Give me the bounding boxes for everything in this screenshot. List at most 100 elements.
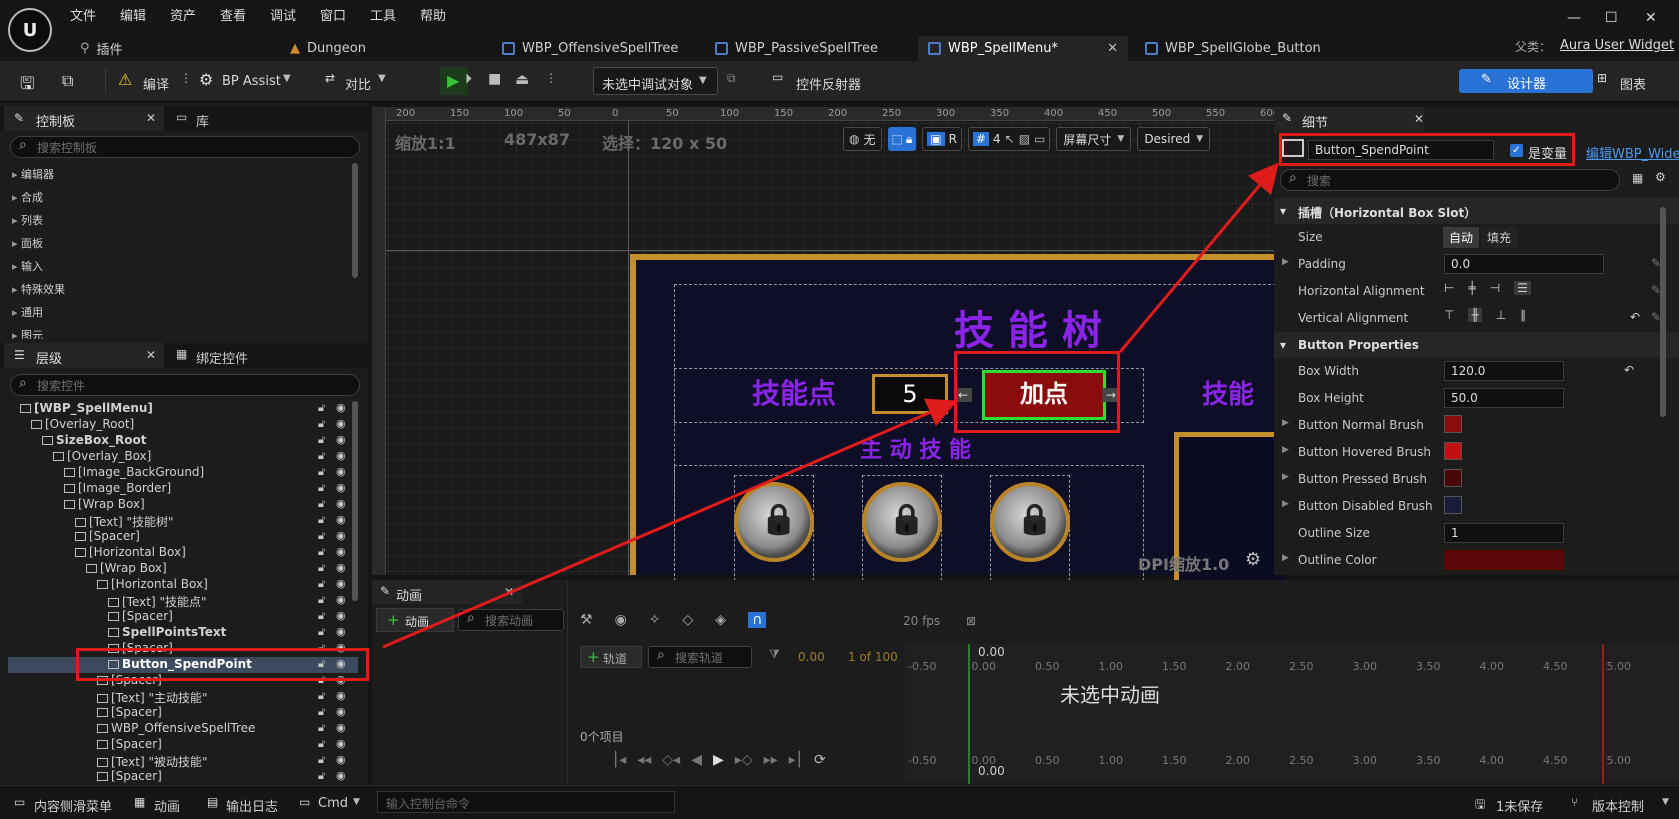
- tab-bind-widgets[interactable]: 绑定控件: [196, 348, 248, 367]
- snap-settings-icon[interactable]: ✧: [649, 612, 661, 628]
- close-window-icon[interactable]: ✕: [1645, 10, 1657, 26]
- padding-input[interactable]: 0.0: [1444, 254, 1604, 274]
- spell-points-text[interactable]: 5: [872, 374, 948, 414]
- filter-icon[interactable]: ⧩: [769, 647, 780, 662]
- align-fill-vertical-icon[interactable]: ∥: [1520, 308, 1526, 322]
- animation-button[interactable]: 动画: [154, 796, 180, 815]
- lock-icon[interactable]: 🔓︎: [318, 513, 325, 527]
- visibility-icon[interactable]: ◉: [336, 545, 346, 558]
- menu-asset[interactable]: 资产: [170, 5, 196, 24]
- hierarchy-row[interactable]: [Horizontal Box] 🔓︎ ◉: [8, 545, 358, 561]
- hierarchy-row[interactable]: [Spacer] 🔓︎ ◉: [8, 609, 358, 625]
- palette-category-input[interactable]: 输入: [12, 258, 43, 274]
- align-left-icon[interactable]: ⊢: [1444, 281, 1454, 295]
- lock-icon[interactable]: 🔓︎: [318, 753, 325, 767]
- lock-icon[interactable]: 🔓︎: [318, 417, 325, 431]
- scrollbar[interactable]: [352, 401, 358, 601]
- select-toggle[interactable]: ⬚ 🔒︎: [887, 127, 917, 151]
- visibility-icon[interactable]: ◉: [336, 481, 346, 494]
- close-icon[interactable]: ✕: [504, 585, 514, 599]
- tab-offensive-spell-tree[interactable]: WBP_OffensiveSpellTree: [492, 36, 688, 61]
- spell-points-label[interactable]: 技能点: [752, 372, 836, 412]
- palette-category-common[interactable]: 通用: [12, 304, 43, 320]
- lock-icon[interactable]: 🔓︎: [318, 705, 325, 719]
- hierarchy-row[interactable]: [Text] "技能树" 🔓︎ ◉: [8, 513, 358, 529]
- track-icon[interactable]: ⊠: [966, 614, 976, 628]
- hierarchy-row[interactable]: [Overlay_Root] 🔓︎ ◉: [8, 417, 358, 433]
- hierarchy-row[interactable]: [Horizontal Box] 🔓︎ ◉: [8, 577, 358, 593]
- next-frame-icon[interactable]: ▸◇: [735, 752, 753, 768]
- box-width-input[interactable]: 120.0: [1444, 361, 1564, 381]
- palette-category-editor[interactable]: 编辑器: [12, 166, 54, 182]
- palette-category-panel[interactable]: 面板: [12, 235, 43, 251]
- lock-icon[interactable]: 🔓︎: [318, 737, 325, 751]
- unsaved-count[interactable]: 1未保存: [1496, 796, 1543, 815]
- tab-palette[interactable]: ✎ 控制板 ✕: [4, 106, 164, 131]
- expand-icon[interactable]: ▶: [1282, 499, 1289, 509]
- details-search-input[interactable]: 搜索: [1280, 169, 1620, 191]
- lock-icon[interactable]: 🔓︎: [318, 465, 325, 479]
- visibility-icon[interactable]: ◉: [336, 705, 346, 718]
- loop-icon[interactable]: ⟳: [814, 752, 826, 768]
- slot-section[interactable]: ▾ 插槽（Horizontal Box Slot）: [1274, 198, 1679, 224]
- locked-spell-globe[interactable]: [990, 482, 1070, 562]
- key-icon[interactable]: ◇: [683, 612, 694, 628]
- tab-library[interactable]: 库: [196, 111, 209, 130]
- button-properties-section[interactable]: ▾ Button Properties: [1274, 332, 1679, 358]
- step-icon[interactable]: ⏵: [465, 71, 472, 87]
- play-button[interactable]: ▶: [440, 67, 468, 95]
- graph-button[interactable]: 图表: [1620, 74, 1646, 93]
- browse-icon[interactable]: ⧉: [62, 71, 73, 91]
- magnet-icon[interactable]: ∩: [748, 612, 767, 628]
- tab-spell-globe-button[interactable]: WBP_SpellGlobe_Button: [1135, 36, 1331, 61]
- dpi-scale-readout[interactable]: DPI缩放1.0: [1138, 551, 1229, 575]
- bp-assist-dropdown[interactable]: BP Assist: [222, 74, 281, 89]
- visibility-icon[interactable]: ◉: [336, 769, 346, 782]
- gear-icon[interactable]: ⚙: [1245, 549, 1261, 570]
- find-icon[interactable]: ⧉: [727, 71, 736, 86]
- palette-category-composite[interactable]: 合成: [12, 189, 43, 205]
- align-middle-icon[interactable]: ╫: [1468, 308, 1482, 322]
- visibility-icon[interactable]: ◉: [336, 753, 346, 766]
- menu-debug[interactable]: 调试: [270, 5, 296, 24]
- reset-icon[interactable]: ↶: [1630, 310, 1640, 324]
- hierarchy-row[interactable]: [Spacer] 🔓︎ ◉: [8, 769, 358, 784]
- designer-button[interactable]: ✎ 设计器: [1459, 69, 1593, 93]
- debug-target-select[interactable]: 未选中调试对象 ▼: [593, 67, 718, 95]
- lock-icon[interactable]: 🔓︎: [318, 609, 325, 623]
- hierarchy-row[interactable]: SpellPointsText 🔓︎ ◉: [8, 625, 358, 641]
- lock-icon[interactable]: 🔓︎: [318, 593, 325, 607]
- hierarchy-row[interactable]: [Wrap Box] 🔓︎ ◉: [8, 561, 358, 577]
- next-key-icon[interactable]: ▸▸: [764, 752, 778, 768]
- visibility-icon[interactable]: ◉: [336, 497, 346, 510]
- hierarchy-row[interactable]: [Wrap Box] 🔓︎ ◉: [8, 497, 358, 513]
- lock-icon[interactable]: 🔓︎: [318, 577, 325, 591]
- reset-icon[interactable]: ↶: [1624, 363, 1634, 377]
- widget-reflector-button[interactable]: 控件反射器: [796, 74, 861, 93]
- settings-icon[interactable]: ⚙: [1655, 170, 1666, 184]
- expand-icon[interactable]: ▶: [1282, 445, 1289, 455]
- add-animation-button[interactable]: + 动画: [376, 608, 454, 632]
- lock-icon[interactable]: 🔓︎: [318, 721, 325, 735]
- disabled-brush-swatch[interactable]: [1444, 496, 1462, 514]
- play-icon[interactable]: ▶: [713, 752, 724, 768]
- tab-details[interactable]: ✎ 细节 ✕: [1274, 107, 1424, 132]
- lock-icon[interactable]: 🔓︎: [318, 561, 325, 575]
- visibility-icon[interactable]: ◉: [336, 449, 346, 462]
- palette-category-list[interactable]: 列表: [12, 212, 43, 228]
- current-time[interactable]: 0.00: [798, 650, 825, 664]
- hierarchy-row[interactable]: [Text] "主动技能" 🔓︎ ◉: [8, 689, 358, 705]
- expand-icon[interactable]: ▶: [1282, 472, 1289, 482]
- lock-icon[interactable]: 🔓︎: [318, 401, 325, 415]
- lock-icon[interactable]: 🔓︎: [318, 769, 325, 783]
- hierarchy-row[interactable]: [Overlay_Box] 🔓︎ ◉: [8, 449, 358, 465]
- eye-icon[interactable]: ◉: [615, 612, 627, 628]
- hierarchy-row[interactable]: [Image_BackGround] 🔓︎ ◉: [8, 465, 358, 481]
- palette-category-primitive[interactable]: 图元: [12, 327, 43, 339]
- search-tracks-input[interactable]: 搜索轨道: [648, 646, 752, 668]
- align-bottom-icon[interactable]: ⊥: [1496, 308, 1506, 322]
- scrollbar[interactable]: [352, 163, 358, 278]
- more-icon[interactable]: ⋮: [180, 71, 192, 85]
- visibility-icon[interactable]: ◉: [336, 561, 346, 574]
- content-drawer-button[interactable]: 内容侧滑菜单: [34, 796, 112, 815]
